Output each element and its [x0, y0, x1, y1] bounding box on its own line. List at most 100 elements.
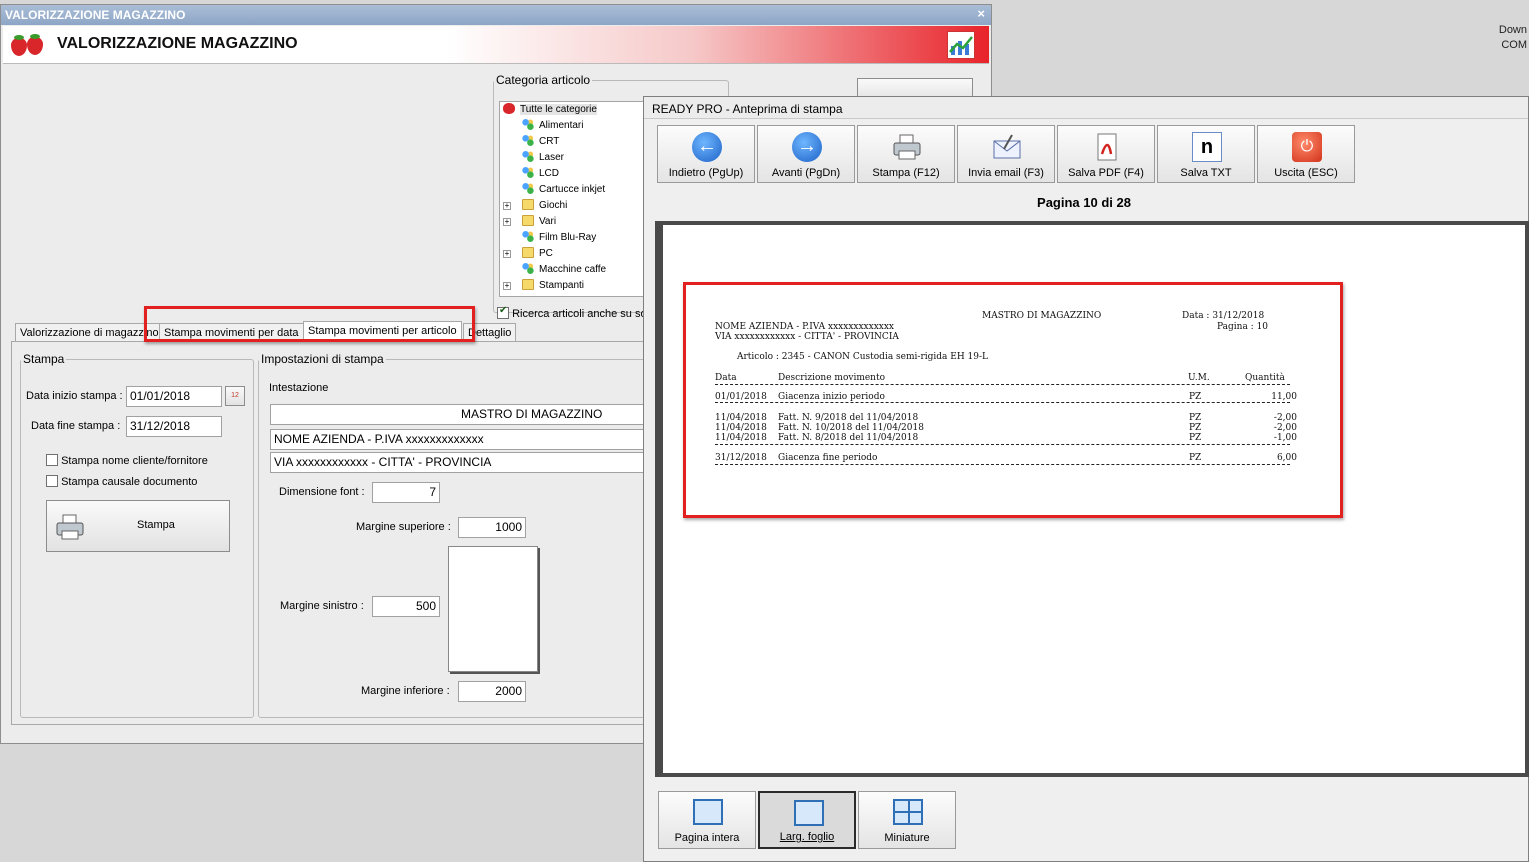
- margin-left-field[interactable]: 500: [372, 596, 440, 617]
- category-item[interactable]: Laser: [522, 150, 564, 166]
- margin-bottom-field[interactable]: 2000: [458, 681, 526, 702]
- network-icon: [522, 119, 534, 130]
- category-legend: Categoria articolo: [496, 73, 591, 87]
- category-item-label: Macchine caffe: [539, 264, 607, 275]
- header-label: Intestazione: [269, 382, 329, 394]
- printer-icon: [892, 132, 922, 162]
- banner-title: VALORIZZAZIONE MAGAZZINO: [57, 35, 298, 52]
- category-item[interactable]: + PC: [503, 246, 553, 262]
- toolbar-button-label: Indietro (PgUp): [668, 167, 744, 179]
- arrow-right-toolbar-button[interactable]: → Avanti (PgDn): [757, 125, 855, 183]
- print-reason-checkbox[interactable]: Stampa causale documento: [46, 475, 197, 488]
- folder-icon: [522, 247, 534, 258]
- view-button-label: Miniature: [884, 832, 930, 844]
- calendar-icon[interactable]: 12: [225, 386, 245, 406]
- arrow-left-toolbar-button[interactable]: ← Indietro (PgUp): [657, 125, 755, 183]
- category-item[interactable]: Alimentari: [522, 118, 583, 134]
- category-item[interactable]: + Vari: [503, 214, 557, 230]
- close-icon[interactable]: ×: [977, 6, 985, 21]
- stampa-group: Stampa Data inizio stampa : 01/01/2018 1…: [20, 352, 254, 718]
- search-subcategories-label: Ricerca articoli anche su sot: [512, 308, 650, 320]
- network-icon: [522, 263, 534, 274]
- folder-icon: [522, 215, 534, 226]
- view-button-label: Pagina intera: [674, 832, 740, 844]
- pdf-toolbar-button[interactable]: Salva PDF (F4): [1057, 125, 1155, 183]
- page-icon: [693, 799, 723, 825]
- end-date-label: Data fine stampa :: [31, 420, 121, 432]
- print-settings-legend: Impostazioni di stampa: [261, 352, 384, 366]
- checkbox-unchecked[interactable]: [46, 475, 58, 487]
- grid-icon: [893, 799, 923, 825]
- toolbar-button-label: Stampa (F12): [872, 167, 940, 179]
- preview-window-title: READY PRO - Anteprima di stampa: [652, 102, 843, 116]
- network-icon: [522, 167, 534, 178]
- highlight-report-box: [683, 282, 1343, 518]
- margin-left-label: Margine sinistro :: [280, 600, 364, 612]
- arrow-right-icon: →: [792, 132, 822, 162]
- category-item[interactable]: Film Blu-Ray: [522, 230, 596, 246]
- expand-icon[interactable]: +: [503, 202, 511, 210]
- search-subcategories-checkbox[interactable]: Ricerca articoli anche su sot: [497, 305, 650, 320]
- category-item[interactable]: + Giochi: [503, 198, 568, 214]
- toolbar-button-label: Invia email (F3): [968, 167, 1044, 179]
- category-item-label: Film Blu-Ray: [539, 232, 597, 243]
- category-item-label: Vari: [539, 216, 557, 227]
- end-date-field[interactable]: 31/12/2018: [126, 416, 222, 437]
- category-item-label: Laser: [539, 152, 565, 163]
- category-item[interactable]: Cartucce inkjet: [522, 182, 605, 198]
- category-item-label: Alimentari: [539, 120, 584, 131]
- checkbox-unchecked[interactable]: [46, 454, 58, 466]
- category-item[interactable]: Macchine caffe: [522, 262, 606, 278]
- toolbar-button-label: Uscita (ESC): [1274, 167, 1338, 179]
- network-icon: [522, 151, 534, 162]
- arrow-left-icon: ←: [692, 132, 722, 162]
- toolbar-button-label: Salva PDF (F4): [1068, 167, 1144, 179]
- exit-icon: ⏻: [1292, 132, 1322, 162]
- page-indicator: Pagina 10 di 28: [1037, 195, 1131, 210]
- font-size-field[interactable]: 7: [372, 482, 440, 503]
- expand-icon[interactable]: +: [503, 218, 511, 226]
- category-item-label: Stampanti: [539, 280, 585, 291]
- tab-valorizzazione[interactable]: Valorizzazione di magazzino: [15, 323, 164, 343]
- margin-top-field[interactable]: 1000: [458, 517, 526, 538]
- email-toolbar-button[interactable]: Invia email (F3): [957, 125, 1055, 183]
- main-window-title: VALORIZZAZIONE MAGAZZINO: [5, 8, 186, 22]
- category-item[interactable]: Tutte le categorie: [503, 102, 597, 118]
- start-date-field[interactable]: 01/01/2018: [126, 386, 222, 407]
- category-item-label: Cartucce inkjet: [539, 184, 606, 195]
- full-page-view-button[interactable]: Pagina intera: [658, 791, 756, 849]
- checkbox-checked[interactable]: [497, 305, 509, 319]
- page-icon: [794, 800, 824, 826]
- margin-bottom-label: Margine inferiore :: [361, 685, 450, 697]
- category-item-label: Giochi: [539, 200, 568, 211]
- expand-icon[interactable]: +: [503, 250, 511, 258]
- strawberry-icon: [27, 34, 43, 55]
- strawberry-icon: [503, 103, 515, 114]
- toolbar-button-label: Salva TXT: [1180, 167, 1232, 179]
- exit-toolbar-button[interactable]: ⏻ Uscita (ESC): [1257, 125, 1355, 183]
- main-titlebar[interactable]: VALORIZZAZIONE MAGAZZINO ×: [1, 5, 991, 25]
- print-customer-checkbox[interactable]: Stampa nome cliente/fornitore: [46, 454, 208, 467]
- network-icon: [522, 135, 534, 146]
- preview-titlebar[interactable]: READY PRO - Anteprima di stampa: [644, 97, 1528, 119]
- print-button-label: Stampa: [137, 519, 175, 531]
- print-customer-label: Stampa nome cliente/fornitore: [61, 455, 208, 467]
- margin-top-label: Margine superiore :: [356, 521, 451, 533]
- strawberry-icon: [11, 35, 27, 56]
- page-width-view-button[interactable]: Larg. foglio: [758, 791, 856, 849]
- expand-icon[interactable]: +: [503, 282, 511, 290]
- email-icon: [992, 132, 1022, 162]
- printer-toolbar-button[interactable]: Stampa (F12): [857, 125, 955, 183]
- category-item[interactable]: CRT: [522, 134, 559, 150]
- txt-icon: n: [1192, 132, 1222, 162]
- category-item[interactable]: + Stampanti: [503, 278, 585, 294]
- category-item[interactable]: LCD: [522, 166, 559, 182]
- highlight-tabs-box: [144, 306, 475, 342]
- page-margin-preview: [448, 546, 538, 672]
- stampa-legend: Stampa: [23, 352, 65, 366]
- desktop-label-1: Down: [1498, 24, 1527, 36]
- start-date-label: Data inizio stampa :: [26, 390, 123, 402]
- txt-toolbar-button[interactable]: n Salva TXT: [1157, 125, 1255, 183]
- print-button[interactable]: Stampa: [46, 500, 230, 552]
- thumbnails-view-button[interactable]: Miniature: [858, 791, 956, 849]
